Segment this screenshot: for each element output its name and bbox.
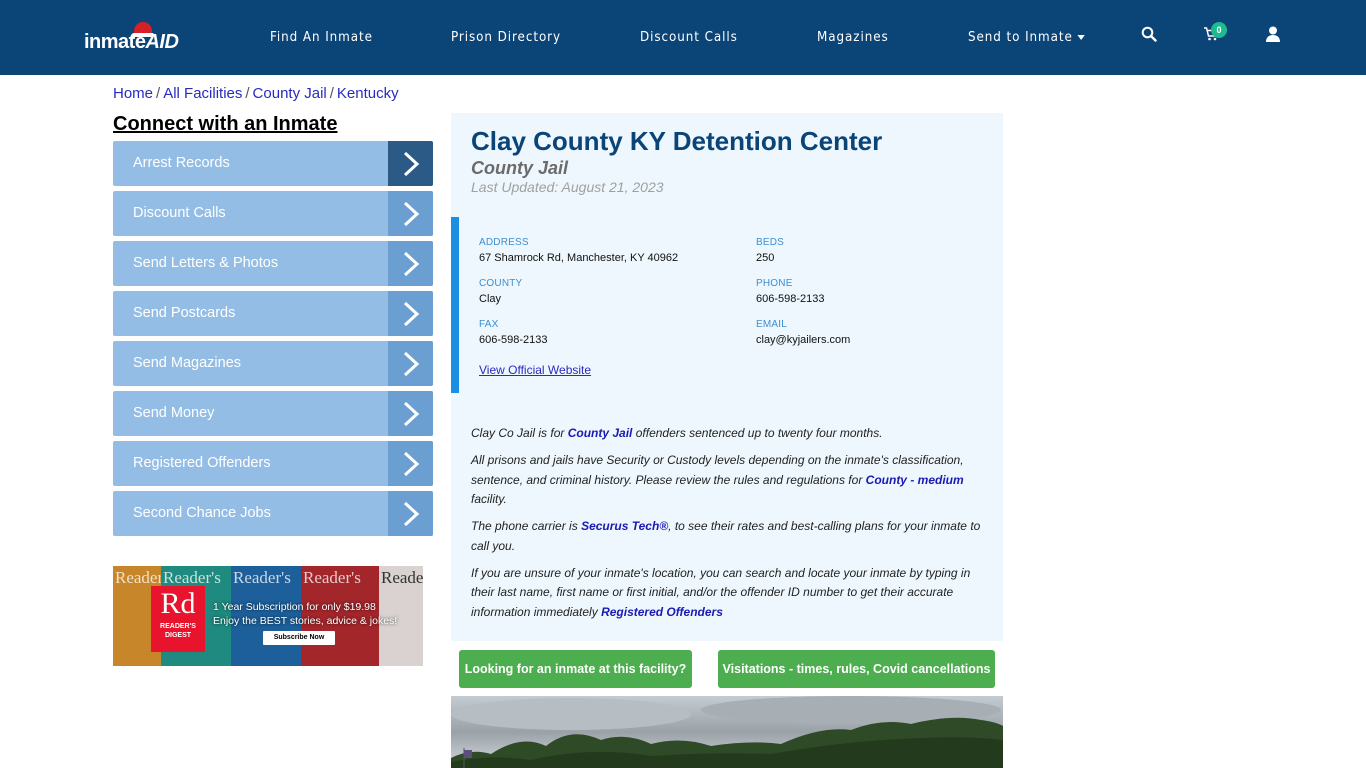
subscribe-now-button[interactable]: Subscribe Now [263,631,335,645]
sidebar-item-send-postcards[interactable]: Send Postcards [113,291,433,336]
sidebar-item-registered-offenders[interactable]: Registered Offenders [113,441,433,486]
nav-send-to-inmate[interactable]: Send to Inmate [968,30,1085,45]
facility-panel: Clay County KY Detention Center County J… [451,113,1003,641]
fax-field: FAX 606-598-2133 [479,319,548,346]
beds-field: BEDS 250 [756,237,785,264]
facility-title: Clay County KY Detention Center [471,126,883,156]
breadcrumb-home[interactable]: Home [113,85,153,102]
breadcrumb-all-facilities[interactable]: All Facilities [163,85,242,102]
breadcrumb-county-jail[interactable]: County Jail [253,85,327,102]
chevron-right-icon [388,241,433,286]
sidebar-menu: Arrest Records Discount Calls Send Lette… [113,141,433,541]
ad-offer-text: 1 Year Subscription for only $19.98 [213,601,376,613]
chevron-right-icon [388,491,433,536]
find-inmate-button[interactable]: Looking for an inmate at this facility? [459,650,692,688]
fax-value: 606-598-2133 [479,334,548,346]
county-value: Clay [479,293,502,305]
chevron-right-icon [388,341,433,386]
sidebar-item-discount-calls[interactable]: Discount Calls [113,191,433,236]
sidebar-item-arrest-records[interactable]: Arrest Records [113,141,433,186]
facility-photo-image [451,696,1003,768]
nav-prison-directory[interactable]: Prison Directory [451,30,561,45]
chevron-right-icon [388,141,433,186]
county-jail-link[interactable]: County Jail [568,426,633,440]
logo-text: inmateAID [84,31,179,53]
ad-tagline: Enjoy the BEST stories, advice & jokes! [213,615,398,627]
phone-field: PHONE 606-598-2133 [756,278,825,305]
chevron-right-icon [388,191,433,236]
description-paragraph: Clay Co Jail is for County Jail offender… [471,426,883,440]
address-value: 67 Shamrock Rd, Manchester, KY 40962 [479,252,679,264]
sidebar-item-send-magazines[interactable]: Send Magazines [113,341,433,386]
registered-offenders-link[interactable]: Registered Offenders [601,605,723,619]
breadcrumb: Home / All Facilities / County Jail / Kentucky [113,85,399,102]
sidebar-title: Connect with an Inmate [113,113,338,135]
nav-discount-calls[interactable]: Discount Calls [640,30,738,45]
beds-value: 250 [756,252,775,264]
visitation-button[interactable]: Visitations - times, rules, Covid cancel… [718,650,995,688]
county-medium-link[interactable]: County - medium [866,473,964,487]
navbar: inmateAID Find An Inmate Prison Director… [0,0,1366,75]
nav-find-an-inmate[interactable]: Find An Inmate [270,30,373,45]
caret-down-icon [1077,35,1085,40]
description-paragraph: The phone carrier is Securus Tech®, to s… [471,519,981,553]
nav-magazines[interactable]: Magazines [817,30,889,45]
facility-type: County Jail [471,158,569,178]
email-field: EMAIL clay@kyjailers.com [756,319,851,346]
breadcrumb-kentucky[interactable]: Kentucky [337,85,399,102]
view-official-website-link[interactable]: View Official Website [479,363,591,377]
chevron-right-icon [388,391,433,436]
last-updated: Last Updated: August 21, 2023 [471,179,664,195]
accent-bar [451,217,459,393]
sidebar-item-send-letters-photos[interactable]: Send Letters & Photos [113,241,433,286]
county-field: COUNTY Clay [479,278,523,305]
securus-tech-link[interactable]: Securus Tech® [581,519,668,533]
readers-digest-logo: Rd READER'S DIGEST [151,586,205,652]
email-value: clay@kyjailers.com [756,334,851,346]
sidebar-item-second-chance-jobs[interactable]: Second Chance Jobs [113,491,433,536]
facility-photo [451,696,1003,768]
sidebar-item-send-money[interactable]: Send Money [113,391,433,436]
facility-description: Clay Co Jail is for County Jail offender… [471,424,991,630]
readers-digest-ad[interactable]: Reader's Reader's Reader's Reader's Read… [113,566,423,666]
cart-count-badge: 0 [1211,22,1227,38]
search-icon[interactable] [1141,26,1159,46]
phone-value: 606-598-2133 [756,293,825,305]
user-icon[interactable] [1266,26,1284,46]
description-paragraph: All prisons and jails have Security or C… [471,453,964,506]
chevron-right-icon [388,291,433,336]
address-field: ADDRESS 67 Shamrock Rd, Manchester, KY 4… [479,237,679,264]
description-paragraph: If you are unsure of your inmate's locat… [471,565,971,619]
site-logo[interactable]: inmateAID [84,22,184,58]
facility-info-box: ADDRESS 67 Shamrock Rd, Manchester, KY 4… [451,217,1003,393]
chevron-right-icon [388,441,433,486]
